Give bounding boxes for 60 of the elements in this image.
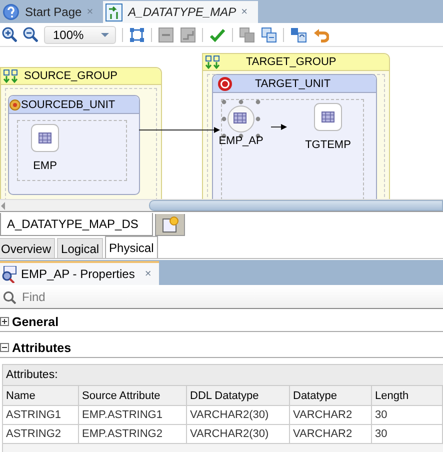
zoom-out-icon[interactable]: [23, 27, 38, 42]
column-header[interactable]: Name: [3, 385, 79, 405]
group-icon: [205, 55, 220, 69]
node-label: TGTEMP: [305, 139, 351, 151]
table-cell: EMP.ASTRING1: [79, 405, 187, 424]
datastore-icon[interactable]: [314, 103, 342, 131]
execution-unit[interactable]: TARGET_UNIT EMP_AP TGTEMP: [212, 74, 377, 199]
properties-tab[interactable]: EMP_AP - Properties ×: [0, 261, 160, 285]
view-tab[interactable]: Overview: [0, 238, 56, 258]
layout-icon[interactable]: [180, 26, 196, 42]
connector-arrow[interactable]: [270, 124, 287, 130]
new-page-icon[interactable]: [162, 216, 179, 233]
scrollbar-thumb[interactable]: [149, 200, 443, 211]
table-cell: 30: [372, 405, 443, 424]
group-box[interactable]: SOURCE_GROUP SOURCEDB_UNIT EMP: [0, 67, 162, 199]
document-tab[interactable]: A_DATATYPE_MAP ×: [103, 1, 258, 23]
connector-arrow[interactable]: [138, 127, 220, 133]
mapping-icon: [105, 2, 124, 22]
execution-unit[interactable]: SOURCEDB_UNIT EMP: [8, 95, 140, 195]
scroll-left-icon[interactable]: [0, 202, 6, 210]
column-header[interactable]: DDL Datatype: [187, 385, 290, 405]
editor-tab[interactable]: A_DATATYPE_MAP_DS: [0, 213, 154, 236]
table-caption: Attributes:: [3, 365, 443, 385]
help-icon: [2, 3, 20, 21]
group-title: TARGET_GROUP: [246, 56, 336, 68]
search-icon: [3, 290, 16, 304]
column-header[interactable]: Source Attribute: [79, 385, 187, 405]
unit-title: SOURCEDB_UNIT: [21, 98, 116, 110]
copy-icon[interactable]: [239, 26, 255, 42]
group-title: SOURCE_GROUP: [24, 70, 118, 82]
close-icon[interactable]: ×: [241, 6, 248, 18]
column-header[interactable]: Datatype: [290, 385, 372, 405]
zoom-in-icon[interactable]: [2, 27, 17, 42]
undo-icon[interactable]: [313, 26, 329, 42]
table-cell: VARCHAR2: [290, 405, 372, 424]
horizontal-scrollbar[interactable]: [3, 443, 443, 452]
column-header[interactable]: Length: [372, 385, 443, 405]
node-label: EMP: [33, 160, 57, 172]
view-tab[interactable]: Logical: [57, 238, 104, 258]
group-icon: [3, 69, 18, 83]
split-icon[interactable]: [261, 26, 277, 42]
refresh-icon[interactable]: [290, 26, 307, 42]
close-icon[interactable]: ×: [144, 268, 152, 280]
table-cell: ASTRING1: [3, 405, 79, 424]
properties-title: EMP_AP - Properties: [21, 267, 135, 281]
unit-title: TARGET_UNIT: [255, 78, 331, 90]
inspect-icon: [1, 266, 17, 282]
group-box[interactable]: TARGET_GROUP TARGET_UNIT EMP_AP TGTEMP: [202, 53, 390, 199]
collapse-icon[interactable]: [158, 26, 174, 42]
checkmark-icon[interactable]: [209, 26, 226, 42]
view-tab[interactable]: Physical: [105, 236, 158, 258]
target-icon: [217, 76, 233, 92]
document-tab[interactable]: Start Page ×: [0, 1, 104, 23]
source-unit-icon: [9, 98, 21, 111]
node-label: EMP_AP: [218, 135, 264, 147]
fit-icon[interactable]: [129, 26, 145, 42]
zoom-dropdown[interactable]: 100%: [44, 26, 116, 44]
datastore-icon[interactable]: [31, 124, 59, 152]
table-cell: VARCHAR2(30): [187, 405, 290, 424]
caret-icon: [101, 32, 109, 36]
